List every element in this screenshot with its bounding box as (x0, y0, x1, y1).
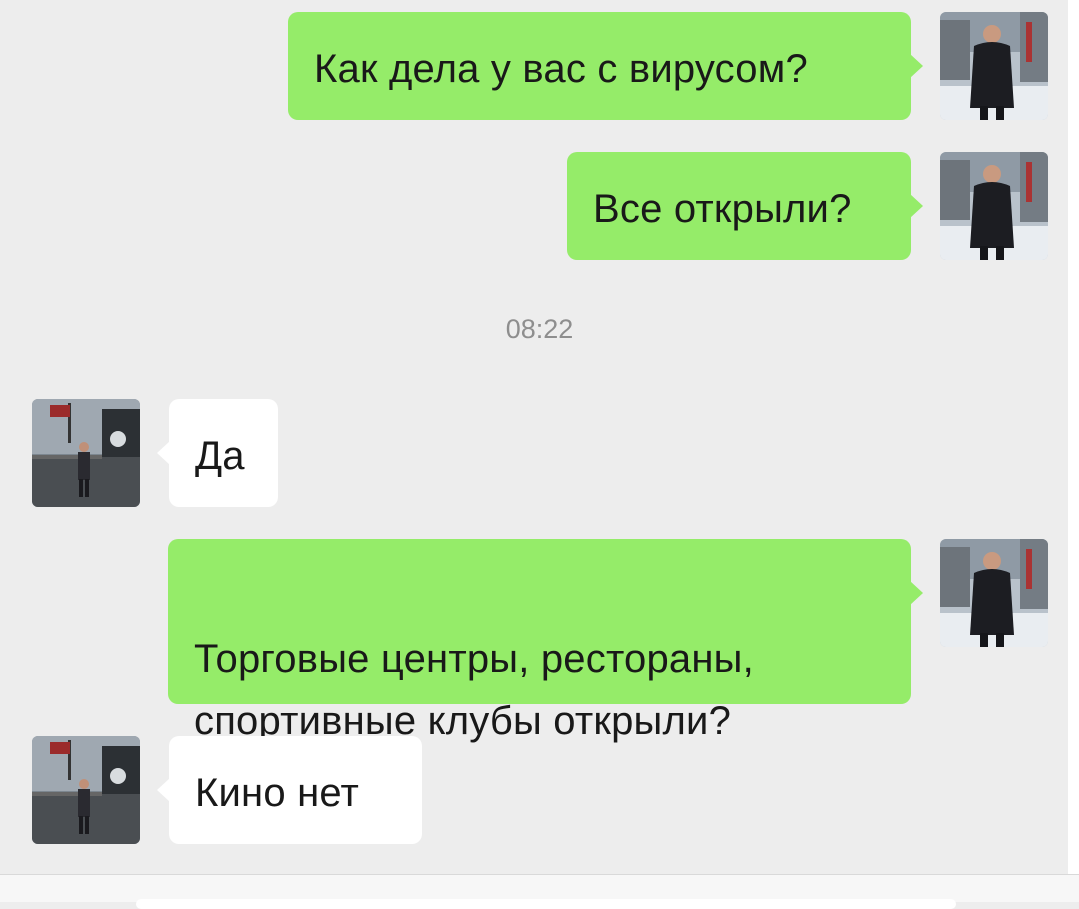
message-bubble-incoming[interactable]: Да (157, 399, 278, 507)
my-avatar[interactable] (940, 539, 1048, 647)
input-bar (0, 874, 1079, 909)
message-timestamp: 08:22 (505, 314, 574, 344)
my-avatar[interactable] (940, 152, 1048, 260)
message-bubble-outgoing[interactable]: Торговые центры, рестораны, спортивные к… (168, 539, 923, 743)
contact-avatar[interactable] (32, 399, 140, 507)
message-bubble-incoming[interactable]: Кино нет (157, 736, 422, 844)
contact-avatar[interactable] (32, 736, 140, 844)
scrollbar[interactable] (1068, 0, 1079, 874)
message-text: Все открыли? (593, 187, 852, 231)
message-text: Да (195, 434, 245, 478)
message-text: Как дела у вас с вирусом? (314, 47, 808, 91)
message-bubble-outgoing[interactable]: Как дела у вас с вирусом? (288, 12, 923, 120)
message-text: Кино нет (195, 771, 360, 815)
message-bubble-outgoing[interactable]: Все открыли? (567, 152, 923, 260)
chat-area[interactable]: Как дела у вас с вирусом? Все открыли? 0… (0, 0, 1068, 874)
my-avatar[interactable] (940, 12, 1048, 120)
message-text: Торговые центры, рестораны, спортивные к… (194, 637, 754, 743)
